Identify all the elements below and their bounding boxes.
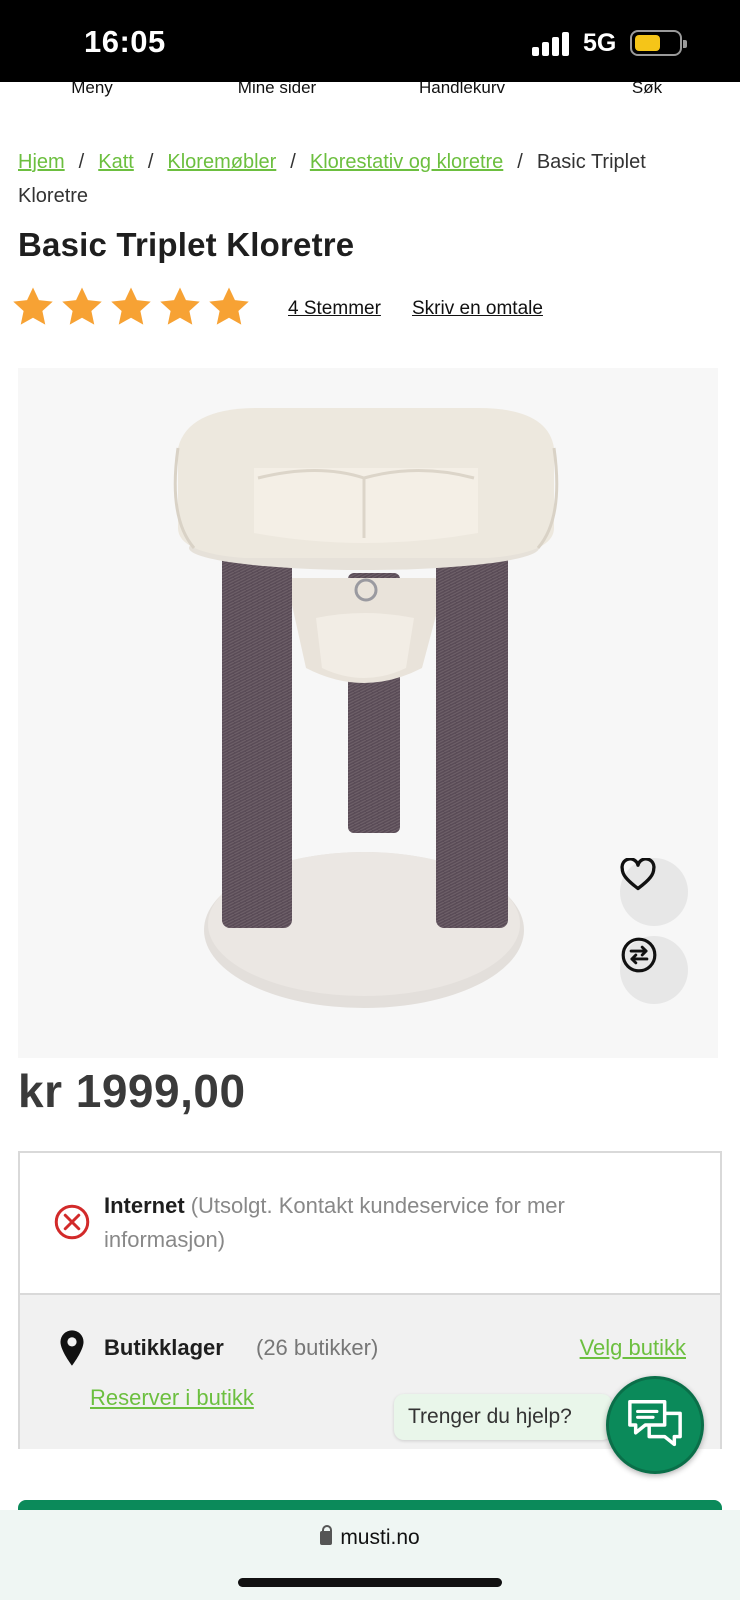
top-nav: Meny Mine sider Handlekurv Søk [0,78,740,100]
online-availability: Internet (Utsolgt. Kontakt kundeservice f… [20,1153,720,1293]
votes-link[interactable]: 4 Stemmer [288,298,381,320]
write-review-link[interactable]: Skriv en omtale [412,298,543,320]
chat-icon [628,1400,682,1447]
breadcrumb-cat[interactable]: Katt [98,151,134,173]
store-stock-label: Butikklager [104,1335,224,1360]
product-price: kr 1999,00 [18,1065,246,1117]
url-text: musti.no [340,1526,420,1549]
product-title: Basic Triplet Kloretre [18,226,355,263]
nav-search[interactable]: Søk [632,78,662,98]
breadcrumb: Hjem / Katt / Kloremøbler / Klorestativ og klo… [18,151,646,207]
nav-menu[interactable]: Meny [71,78,113,98]
chat-button[interactable] [606,1376,704,1474]
product-image[interactable] [18,368,718,1058]
star-icon [111,287,151,325]
status-bar: 16:05 5G [0,0,740,82]
network-type: 5G [583,29,617,57]
breadcrumb-scratch-furniture[interactable]: Kloremøbler [167,151,276,173]
breadcrumb-scratch-trees[interactable]: Klorestativ og kloretre [310,151,503,173]
chat-prompt[interactable]: Trenger du hjelp? [394,1394,612,1440]
wishlist-button[interactable] [620,858,688,926]
select-store-link[interactable]: Velg butikk [580,1335,686,1361]
nav-my-pages[interactable]: Mine sider [238,78,316,98]
signal-icon [532,32,572,56]
unavailable-icon [54,1204,90,1240]
star-icon [62,287,102,325]
reserve-in-store-link[interactable]: Reserver i butikk [90,1385,254,1411]
star-icon [13,287,53,325]
store-count: (26 butikker) [256,1335,379,1360]
compare-icon [621,937,657,973]
status-time: 16:05 [84,24,166,59]
breadcrumb-home[interactable]: Hjem [18,151,65,173]
star-icon [209,287,249,325]
battery-icon [630,30,687,56]
star-icon [160,287,200,325]
location-pin-icon [60,1330,84,1366]
cat-tree-illustration [173,408,559,1008]
heart-icon [620,858,656,891]
nav-cart[interactable]: Handlekurv [419,78,505,98]
internet-label: Internet [104,1193,185,1218]
lock-icon [320,1525,333,1545]
home-indicator[interactable] [238,1578,502,1587]
compare-button[interactable] [620,936,688,1004]
